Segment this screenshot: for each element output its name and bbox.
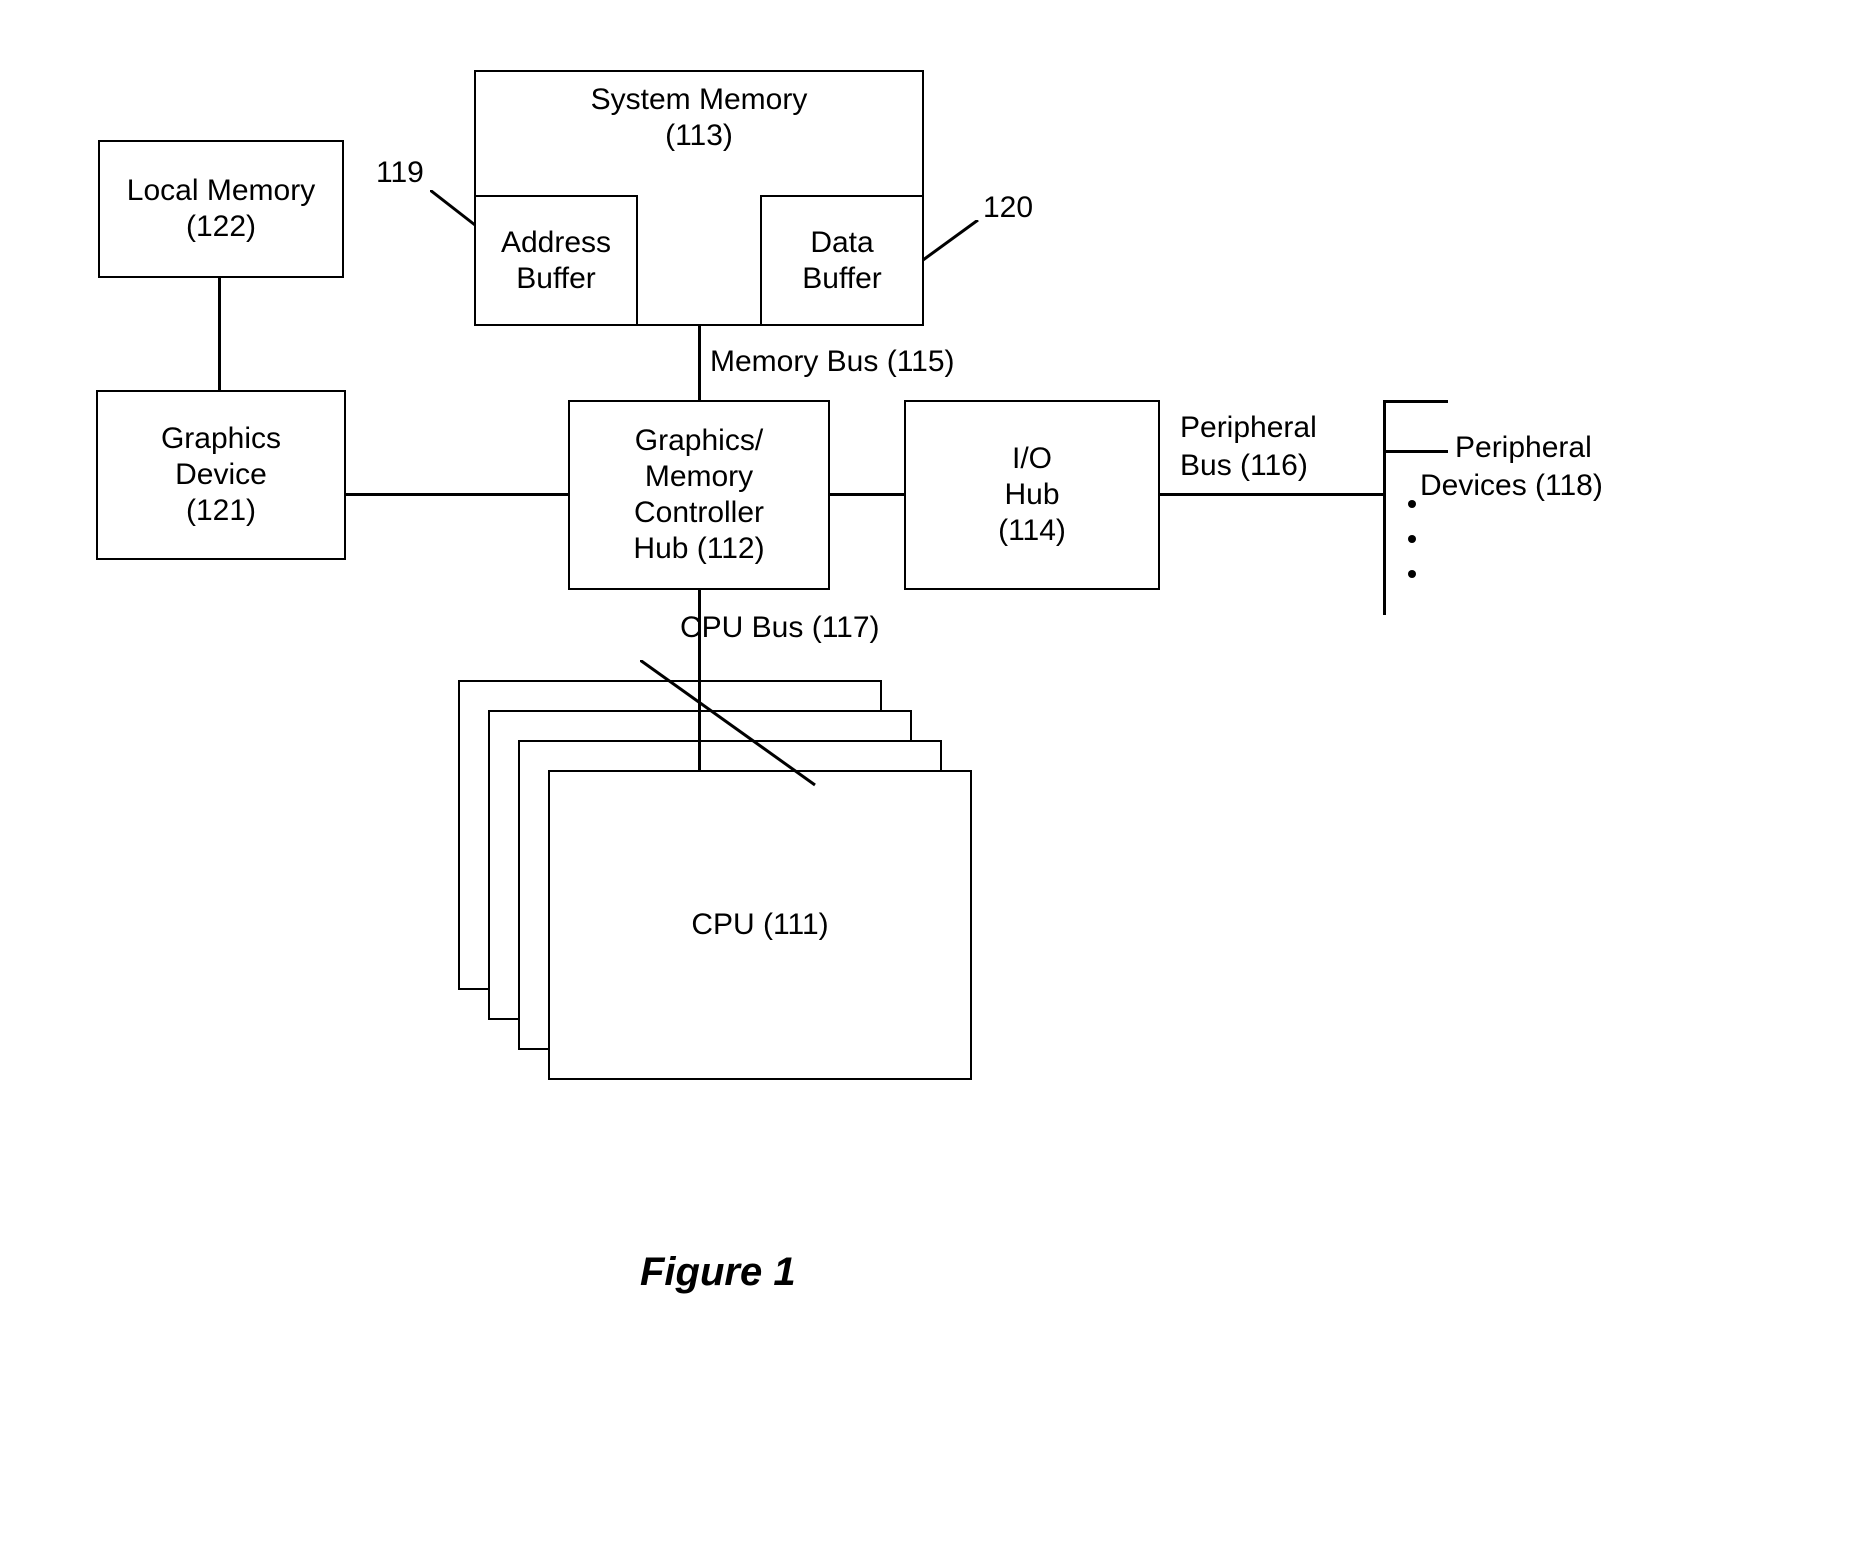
- peripheral-stub-2: [1383, 450, 1448, 453]
- text: CPU (111): [691, 907, 828, 943]
- label-peripheral-devices-l1: Peripheral: [1455, 430, 1592, 466]
- connector-localmem-gfxdev: [218, 278, 221, 392]
- text: Controller: [634, 495, 764, 531]
- connector-iohub-peripheral: [1160, 493, 1385, 496]
- box-io-hub: I/O Hub (114): [904, 400, 1160, 590]
- text: (121): [186, 493, 256, 529]
- text: Local Memory: [127, 173, 315, 209]
- dot-3: [1408, 570, 1416, 578]
- label-cpu-bus: CPU Bus (117): [680, 610, 880, 646]
- label-ref-119: 119: [376, 155, 424, 191]
- text: Buffer: [802, 261, 882, 297]
- dot-2: [1408, 535, 1416, 543]
- label-memory-bus: Memory Bus (115): [710, 344, 955, 380]
- box-cpu: CPU (111): [548, 770, 972, 1080]
- box-data-buffer: Data Buffer: [760, 195, 924, 326]
- text: Graphics: [161, 421, 281, 457]
- leader-119: [430, 190, 490, 240]
- text: (122): [186, 209, 256, 245]
- label-peripheral-devices-l2: Devices (118): [1420, 468, 1603, 504]
- text: Hub: [1004, 477, 1059, 513]
- diagram-canvas: Local Memory (122) Graphics Device (121)…: [0, 0, 1855, 1543]
- connector-gmch-iohub: [830, 493, 906, 496]
- leader-120: [923, 220, 983, 270]
- label-peripheral-bus-l2: Bus (116): [1180, 448, 1308, 484]
- label-peripheral-bus-l1: Peripheral: [1180, 410, 1317, 446]
- text: Hub (112): [633, 531, 764, 567]
- box-gmch: Graphics/ Memory Controller Hub (112): [568, 400, 830, 590]
- text: System Memory: [591, 82, 808, 118]
- text: Memory: [645, 459, 753, 495]
- text: Device: [175, 457, 267, 493]
- connector-gmch-sysmem: [698, 326, 701, 402]
- text: Address: [501, 225, 611, 261]
- text: Graphics/: [635, 423, 763, 459]
- box-local-memory: Local Memory (122): [98, 140, 344, 278]
- connector-gfxdev-gmch: [346, 493, 568, 496]
- text: (113): [665, 118, 733, 154]
- box-graphics-device: Graphics Device (121): [96, 390, 346, 560]
- figure-caption: Figure 1: [640, 1250, 796, 1295]
- text: (114): [998, 513, 1066, 549]
- text: Buffer: [516, 261, 596, 297]
- box-address-buffer: Address Buffer: [474, 195, 638, 326]
- label-ref-120: 120: [983, 190, 1033, 226]
- peripheral-stub-1: [1383, 400, 1448, 403]
- text: I/O: [1012, 441, 1052, 477]
- peripheral-vertical: [1383, 400, 1386, 615]
- dot-1: [1408, 500, 1416, 508]
- text: Data: [810, 225, 873, 261]
- cpu-bus-slash: [640, 660, 820, 790]
